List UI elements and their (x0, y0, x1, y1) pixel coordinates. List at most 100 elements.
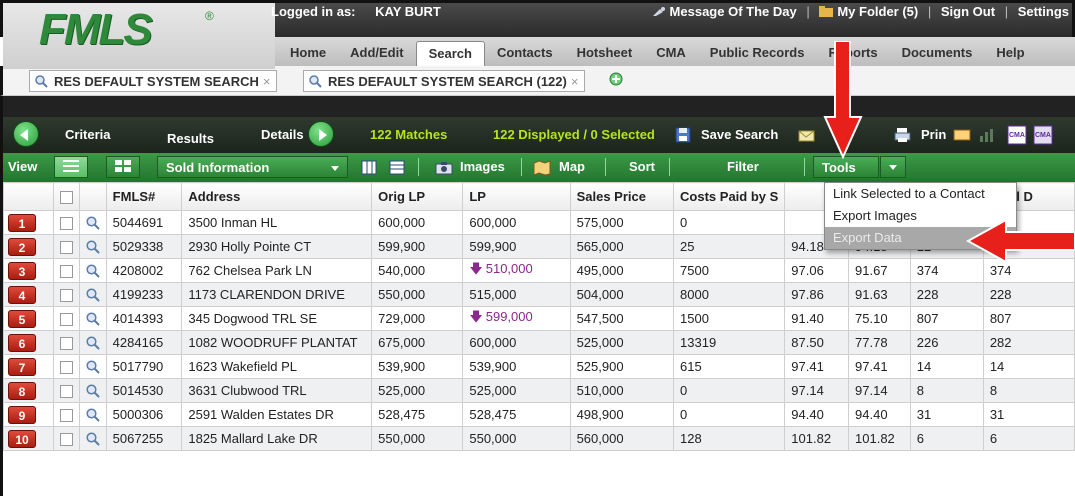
email-icon[interactable] (798, 128, 816, 144)
fmls-logo[interactable]: FMLS (39, 5, 153, 55)
nav-tab-public-records[interactable]: Public Records (698, 41, 817, 67)
magnifier-icon[interactable] (86, 240, 100, 254)
row-number-badge[interactable]: 3 (8, 261, 36, 280)
row-number-badge[interactable]: 7 (8, 357, 36, 376)
row-number-badge[interactable]: 6 (8, 333, 36, 352)
row-checkbox[interactable] (59, 433, 73, 447)
table-row[interactable]: 5 4014393 345 Dogwood TRL SE 729,000 🡇 599,00… (3, 306, 1075, 331)
address-cell[interactable]: 3500 Inman HL (181, 210, 373, 235)
address-cell[interactable]: 2930 Holly Pointe CT (181, 234, 373, 259)
filter-button[interactable]: Filter (727, 159, 759, 174)
table-row[interactable]: 9 5000306 2591 Walden Estates DR 528,475 528… (3, 402, 1075, 427)
address-cell[interactable]: 1623 Wakefield PL (181, 354, 373, 379)
stats-icon[interactable] (978, 127, 996, 143)
fmls-cell[interactable]: 5044691 (105, 210, 183, 235)
back-button[interactable] (13, 121, 39, 147)
map-icon[interactable] (533, 160, 551, 176)
select-all-checkbox[interactable] (59, 191, 73, 205)
row-checkbox-cell[interactable] (52, 306, 80, 331)
sign-out-link[interactable]: Sign Out (941, 4, 995, 19)
column-header-fmls[interactable]: FMLS# (105, 182, 183, 211)
export-icon[interactable] (953, 127, 971, 143)
nav-tab-help[interactable]: Help (984, 41, 1036, 67)
map-button[interactable]: Map (559, 159, 585, 174)
images-button[interactable]: Images (460, 159, 505, 174)
fmls-cell[interactable]: 5000306 (105, 402, 183, 427)
table-row[interactable]: 8 5014530 3631 Clubwood TRL 525,000 525,000 5… (3, 378, 1075, 403)
column-header-costs-paid[interactable]: Costs Paid by S (673, 182, 786, 211)
row-number-badge[interactable]: 8 (8, 381, 36, 400)
nav-tab-home[interactable]: Home (278, 41, 338, 67)
column-header-orig-lp[interactable]: Orig LP (371, 182, 464, 211)
table-row[interactable]: 3 4208002 762 Chelsea Park LN 540,000 🡇 510,0… (3, 258, 1075, 283)
row-checkbox[interactable] (59, 241, 73, 255)
layout-select[interactable]: Sold Information (157, 156, 348, 178)
fmls-cell[interactable]: 4199233 (105, 282, 183, 307)
magnifier-icon[interactable] (86, 360, 100, 374)
settings-link[interactable]: Settings (1018, 4, 1069, 19)
address-cell[interactable]: 2591 Walden Estates DR (181, 402, 373, 427)
save-search-button[interactable]: Save Search (701, 127, 778, 142)
row-checkbox-cell[interactable] (52, 282, 80, 307)
printer-icon[interactable] (894, 127, 912, 143)
address-cell[interactable]: 345 Dogwood TRL SE (181, 306, 373, 331)
my-folder-link[interactable]: My Folder (5) (837, 4, 918, 19)
address-cell[interactable]: 762 Chelsea Park LN (181, 258, 373, 283)
address-cell[interactable]: 1825 Mallard Lake DR (181, 426, 373, 451)
row-checkbox[interactable] (59, 289, 73, 303)
row-checkbox[interactable] (59, 313, 73, 327)
table-settings-icon[interactable] (389, 160, 407, 176)
row-details-cell[interactable] (78, 210, 107, 235)
row-details-cell[interactable] (78, 378, 107, 403)
columns-icon[interactable] (361, 160, 379, 176)
nav-tab-hotsheet[interactable]: Hotsheet (565, 41, 645, 67)
row-checkbox-cell[interactable] (52, 330, 80, 355)
search-tab-2[interactable]: RES DEFAULT SYSTEM SEARCH (122) × (303, 70, 586, 92)
row-number-badge[interactable]: 10 (8, 429, 36, 448)
cma-icon[interactable]: CMA (1033, 125, 1053, 145)
row-number-badge[interactable]: 5 (8, 309, 36, 328)
close-tab-icon[interactable]: × (571, 74, 579, 89)
row-checkbox[interactable] (59, 337, 73, 351)
criteria-tab[interactable]: Criteria (65, 127, 111, 142)
row-details-cell[interactable] (78, 306, 107, 331)
row-checkbox[interactable] (59, 265, 73, 279)
results-tab[interactable]: Results (167, 131, 214, 146)
tools-dropdown-toggle[interactable] (880, 156, 906, 178)
row-number-badge[interactable]: 1 (8, 213, 36, 232)
row-details-cell[interactable] (78, 234, 107, 259)
table-row[interactable]: 6 4284165 1082 WOODRUFF PLANTAT 675,000 600,… (3, 330, 1075, 355)
fmls-cell[interactable]: 4208002 (105, 258, 183, 283)
column-header-sales-price[interactable]: Sales Price (569, 182, 675, 211)
row-checkbox[interactable] (59, 385, 73, 399)
row-details-cell[interactable] (78, 330, 107, 355)
address-cell[interactable]: 1173 CLARENDON DRIVE (181, 282, 373, 307)
magnifier-icon[interactable] (86, 264, 100, 278)
magnifier-icon[interactable] (86, 408, 100, 422)
details-tab[interactable]: Details (261, 127, 304, 142)
fmls-cell[interactable]: 5067255 (105, 426, 183, 451)
row-details-cell[interactable] (78, 258, 107, 283)
magnifier-icon[interactable] (86, 336, 100, 350)
row-checkbox-cell[interactable] (52, 378, 80, 403)
row-checkbox[interactable] (59, 217, 73, 231)
list-view-button[interactable] (54, 156, 88, 178)
nav-tab-add-edit[interactable]: Add/Edit (338, 41, 415, 67)
magnifier-icon[interactable] (86, 384, 100, 398)
address-cell[interactable]: 1082 WOODRUFF PLANTAT (181, 330, 373, 355)
magnifier-icon[interactable] (86, 432, 100, 446)
print-button[interactable]: Prin (921, 127, 946, 142)
forward-button[interactable] (308, 121, 334, 147)
row-checkbox-cell[interactable] (52, 354, 80, 379)
fmls-cell[interactable]: 5017790 (105, 354, 183, 379)
row-checkbox-cell[interactable] (52, 210, 80, 235)
row-checkbox-cell[interactable] (52, 426, 80, 451)
row-checkbox-cell[interactable] (52, 258, 80, 283)
row-checkbox-cell[interactable] (52, 402, 80, 427)
row-details-cell[interactable] (78, 426, 107, 451)
camera-icon[interactable] (435, 160, 453, 176)
row-details-cell[interactable] (78, 282, 107, 307)
fmls-cell[interactable]: 4014393 (105, 306, 183, 331)
nav-tab-contacts[interactable]: Contacts (485, 41, 565, 67)
sort-button[interactable]: Sort (629, 159, 655, 174)
